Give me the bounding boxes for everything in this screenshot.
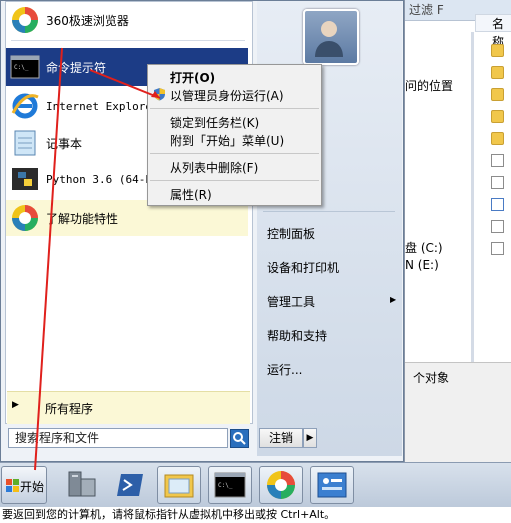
folder-icon[interactable] [491,44,504,57]
link-admin-tools[interactable]: 管理工具 [267,293,315,310]
item-count: 个对象 [413,371,450,385]
menu-separator [150,108,319,109]
menu-item-remove[interactable]: 从列表中删除(F) [170,159,258,176]
program-label: 360极速浏览器 [46,13,129,28]
context-menu: 打开(O) 以管理员身份运行(A) 锁定到任务栏(K) 附到「开始」菜单(U) … [147,64,322,206]
program-label: 记事本 [46,136,83,151]
notepad-icon [14,130,36,156]
python-icon [12,168,38,190]
taskbar-explorer[interactable] [157,466,201,504]
taskbar-control-panel[interactable] [310,466,354,504]
drive-e-label[interactable]: N (E:) [405,258,439,272]
all-programs-button[interactable]: ▶ 所有程序 [7,391,250,424]
program-label: Internet Explorer [46,99,159,113]
powershell-icon [117,474,143,496]
file-icon[interactable] [491,242,504,255]
program-label: 了解功能特性 [46,211,119,226]
menu-item-pin-start[interactable]: 附到「开始」菜单(U) [170,132,284,149]
menu-separator [150,153,319,154]
right-separator [263,211,395,212]
file-icon[interactable] [491,176,504,189]
folder-icon[interactable] [491,110,504,123]
drive-c-label[interactable]: 盘 (C:) [405,239,443,256]
server-manager-icon [68,471,96,497]
explorer-status-area: 个对象 [405,362,511,466]
taskbar-server-manager[interactable] [62,467,102,503]
link-devices-printers[interactable]: 设备和打印机 [267,259,339,276]
search-input[interactable]: 搜索程序和文件 [8,428,228,448]
start-label: 开始 [20,480,45,494]
svg-text:C:\_: C:\_ [14,64,29,71]
explorer-title-fragment: 过滤 F [409,3,444,17]
menu-item-properties[interactable]: 属性(R) [170,186,212,203]
user-avatar[interactable] [303,9,359,65]
explorer-icon [164,474,194,498]
link-run[interactable]: 运行... [267,361,302,378]
search-button[interactable] [230,429,249,448]
pane-divider [471,32,474,362]
browser-360-icon [12,7,38,33]
vm-status-bar: 要返回到您的计算机，请将鼠标指针从虚拟机中移出或按 Ctrl+Alt。 [0,507,511,523]
cmd-icon: C:\_ [214,472,246,498]
program-360-browser[interactable]: 360极速浏览器 [6,2,248,38]
start-button[interactable]: 开始 [1,466,47,504]
taskbar-powershell[interactable] [110,467,150,503]
taskbar-cmd[interactable]: C:\_ [208,466,252,504]
all-programs-label: 所有程序 [45,402,94,416]
search-icon [233,432,246,445]
link-control-panel[interactable]: 控制面板 [267,225,315,242]
windows-logo-icon [6,479,19,492]
folder-icon[interactable] [491,66,504,79]
arrow-right-icon: ▶ [12,400,19,410]
file-icon[interactable] [491,198,504,211]
pinned-separator [11,40,245,41]
taskbar-360-browser[interactable] [259,466,303,504]
features-icon [12,205,38,231]
ie-icon [11,93,39,119]
svg-text:C:\_: C:\_ [218,482,233,489]
column-header-name[interactable]: 名称 [475,14,511,49]
link-help-support[interactable]: 帮助和支持 [267,327,327,344]
menu-item-run-as-admin[interactable]: 以管理员身份运行(A) [170,87,284,104]
file-icon[interactable] [491,220,504,233]
logoff-button[interactable]: 注销 [259,428,303,448]
program-label: 命令提示符 [46,60,107,75]
menu-separator [150,180,319,181]
taskbar: 开始 C:\_ [0,462,511,508]
uac-shield-icon [154,88,165,101]
folder-icon[interactable] [491,88,504,101]
menu-item-open[interactable]: 打开(O) [170,69,215,86]
location-text: 问的位置 [405,79,454,93]
user-icon [315,21,343,57]
menu-item-pin-taskbar[interactable]: 锁定到任务栏(K) [170,114,259,131]
submenu-arrow-icon: ▶ [390,295,397,304]
folder-icon[interactable] [491,132,504,145]
file-icon[interactable] [491,154,504,167]
control-panel-icon [317,472,347,498]
cmd-icon: C:\_ [10,55,40,79]
shutdown-options-button[interactable]: ▶ [303,428,317,448]
browser-360-icon [267,471,295,499]
